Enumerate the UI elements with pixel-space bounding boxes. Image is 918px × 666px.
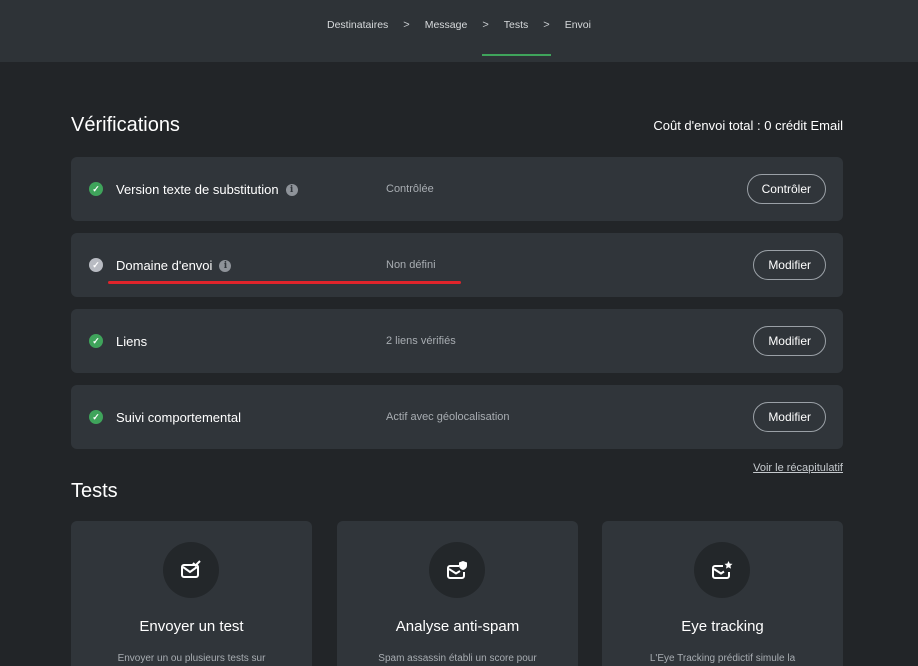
recap-link[interactable]: Voir le récapitulatif	[753, 462, 843, 474]
test-card-send[interactable]: Envoyer un test Envoyer un ou plusieurs …	[71, 521, 312, 666]
step-envoi[interactable]: Envoi	[563, 19, 593, 31]
step-message[interactable]: Message	[423, 19, 470, 31]
mail-eye-icon	[694, 542, 750, 598]
row-status: Actif avec géolocalisation	[386, 411, 510, 423]
chevron-right-icon: >	[482, 19, 489, 31]
row-label: Liens	[116, 334, 148, 349]
check-circle-icon: ✓	[89, 334, 103, 348]
verification-row-tracking: ✓ Suivi comportemental Actif avec géoloc…	[71, 385, 843, 449]
modifier-button[interactable]: Modifier	[753, 402, 826, 432]
check-circle-icon: ✓	[89, 258, 103, 272]
row-label: Domaine d'envoi	[116, 258, 213, 273]
controler-button[interactable]: Contrôler	[746, 174, 826, 204]
total-cost: Coût d'envoi total : 0 crédit Email	[653, 118, 843, 133]
step-navigation: Destinataires > Message > Tests > Envoi	[0, 0, 918, 62]
red-underline-annotation	[108, 281, 461, 284]
breadcrumb: Destinataires > Message > Tests > Envoi	[325, 19, 593, 56]
card-title: Eye tracking	[681, 618, 764, 635]
test-card-eyetracking[interactable]: Eye tracking L'Eye Tracking prédictif si…	[602, 521, 843, 666]
card-description: Spam assassin établi un score pour	[378, 653, 537, 664]
modifier-button[interactable]: Modifier	[753, 326, 826, 356]
verifications-title: Vérifications	[71, 114, 180, 136]
card-title: Analyse anti-spam	[395, 618, 520, 635]
chevron-right-icon: >	[543, 19, 550, 31]
row-status: 2 liens vérifiés	[386, 335, 456, 347]
info-icon[interactable]: i	[285, 183, 298, 196]
verification-row-links: ✓ Liens 2 liens vérifiés Modifier	[71, 309, 843, 373]
mail-shield-icon	[429, 542, 485, 598]
check-circle-icon: ✓	[89, 410, 103, 424]
verification-row-sending-domain: ✓ Domaine d'envoi i Non défini Modifier	[71, 233, 843, 297]
step-destinataires[interactable]: Destinataires	[325, 19, 390, 31]
info-icon[interactable]: i	[219, 259, 232, 272]
tests-title: Tests	[71, 480, 118, 502]
check-circle-icon: ✓	[89, 182, 103, 196]
modifier-button[interactable]: Modifier	[753, 250, 826, 280]
row-status: Contrôlée	[386, 183, 434, 195]
row-label: Version texte de substitution	[116, 182, 279, 197]
step-tests[interactable]: Tests	[482, 19, 551, 56]
mail-check-icon	[163, 542, 219, 598]
test-card-antispam[interactable]: Analyse anti-spam Spam assassin établi u…	[337, 521, 578, 666]
card-title: Envoyer un test	[139, 618, 244, 635]
card-description: L'Eye Tracking prédictif simule la	[649, 653, 796, 664]
card-description: Envoyer un ou plusieurs tests sur	[117, 653, 266, 664]
verification-row-text-version: ✓ Version texte de substitution i Contrô…	[71, 157, 843, 221]
chevron-right-icon: >	[403, 19, 410, 31]
row-status: Non défini	[386, 259, 436, 271]
row-label: Suivi comportemental	[116, 410, 241, 425]
